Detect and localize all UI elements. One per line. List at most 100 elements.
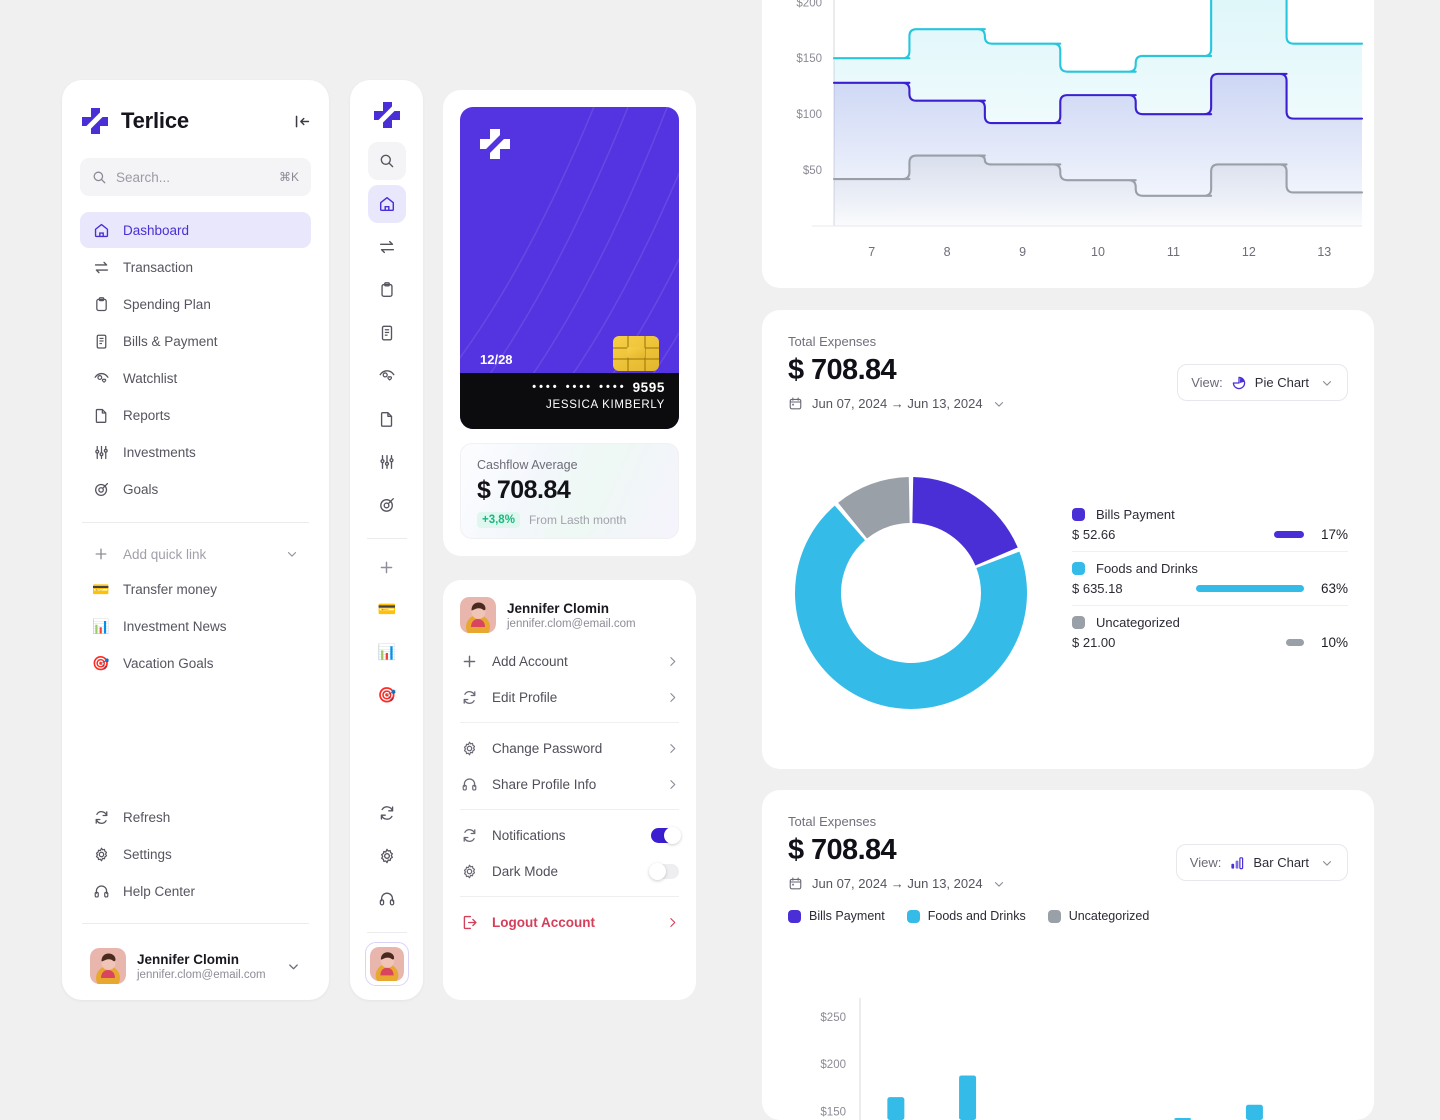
add-quick-link-button[interactable]: Add quick link bbox=[80, 537, 311, 571]
pie-view-label: View: bbox=[1191, 375, 1223, 390]
dark-mode-toggle[interactable] bbox=[649, 862, 679, 880]
rail-quick-link-investment-news[interactable]: 📊 bbox=[368, 634, 406, 672]
legend-swatch bbox=[1072, 508, 1085, 521]
dark-mode-row[interactable]: Dark Mode bbox=[460, 853, 679, 889]
brand-name: Terlice bbox=[121, 108, 189, 133]
rail-item-settings[interactable] bbox=[368, 837, 406, 875]
document-icon bbox=[380, 412, 392, 427]
sidebar-item-goals[interactable]: Goals bbox=[80, 471, 311, 507]
rail-item-investments[interactable] bbox=[368, 443, 406, 481]
notifications-row[interactable]: Notifications bbox=[460, 817, 681, 853]
sidebar-item-dashboard[interactable]: Dashboard bbox=[80, 212, 311, 248]
rail-item-reports[interactable] bbox=[368, 400, 406, 438]
legend-swatch bbox=[906, 909, 920, 923]
rail-item-dashboard[interactable] bbox=[367, 185, 406, 223]
legend-percent: 17% bbox=[1320, 527, 1348, 542]
sidebar-item-label: Settings bbox=[123, 846, 172, 862]
sidebar-item-label: Reports bbox=[123, 407, 171, 423]
quick-link-vacation-goals[interactable]: 🎯 Vacation Goals bbox=[80, 645, 311, 681]
sidebar-item-label: Investments bbox=[123, 444, 196, 460]
legend-bar bbox=[1196, 585, 1304, 592]
sidebar-item-spending-plan[interactable]: Spending Plan bbox=[80, 286, 311, 322]
clipboard-icon bbox=[92, 295, 110, 313]
rail-profile-button[interactable] bbox=[364, 942, 409, 986]
rail-item-goals[interactable] bbox=[368, 486, 406, 524]
share-profile-info-button[interactable]: Share Profile Info bbox=[460, 766, 679, 802]
rail-item-bills-payment[interactable] bbox=[368, 314, 406, 352]
legend-percent: 10% bbox=[1320, 635, 1348, 650]
card-masked-digits: •••• •••• •••• bbox=[532, 381, 627, 393]
account-divider bbox=[460, 722, 679, 723]
sidebar-item-transaction[interactable]: Transaction bbox=[80, 249, 311, 285]
cashflow-change-badge: +3,8% bbox=[477, 512, 520, 528]
clipboard-icon bbox=[380, 282, 393, 297]
dark-mode-label: Dark Mode bbox=[492, 863, 559, 879]
credit-card-emoji-icon: 💳 bbox=[377, 601, 397, 618]
edit-profile-button[interactable]: Edit Profile bbox=[460, 679, 679, 715]
quick-link-transfer-money[interactable]: 💳 Transfer money bbox=[80, 571, 311, 607]
rail-item-transaction[interactable] bbox=[368, 228, 406, 266]
rail-divider bbox=[366, 932, 407, 933]
svg-text:9: 9 bbox=[1019, 245, 1026, 259]
cashflow-title: Cashflow Average bbox=[477, 458, 578, 472]
rail-search-button[interactable] bbox=[367, 142, 406, 180]
legend-swatch bbox=[1047, 909, 1061, 923]
plus-icon bbox=[92, 546, 110, 562]
avatar bbox=[460, 597, 496, 633]
notifications-toggle[interactable] bbox=[651, 826, 681, 844]
legend-item[interactable]: Uncategorized $ 21.00 10% bbox=[1072, 606, 1348, 659]
brand-row: Terlice bbox=[80, 100, 311, 142]
legend-item[interactable]: Foods and Drinks $ 635.18 63% bbox=[1072, 552, 1348, 605]
credit-card[interactable]: 12/28 •••• •••• •••• 9595 JESSICA KIMBERL… bbox=[460, 107, 679, 429]
credit-card-emoji-icon: 💳 bbox=[92, 581, 110, 597]
legend-value: $ 635.18 bbox=[1072, 581, 1123, 596]
quick-link-investment-news[interactable]: 📊 Investment News bbox=[80, 608, 311, 644]
sidebar-profile[interactable]: Jennifer Clomin jennifer.clom@email.com bbox=[80, 938, 311, 986]
legend-item-foods-and-drinks[interactable]: Foods and Drinks bbox=[906, 909, 1026, 923]
sidebar-item-refresh[interactable]: Refresh bbox=[80, 799, 311, 835]
sidebar-item-settings[interactable]: Settings bbox=[80, 836, 311, 872]
sidebar-item-label: Bills & Payment bbox=[123, 333, 218, 349]
calendar-icon bbox=[789, 397, 802, 410]
sidebar-divider bbox=[82, 522, 309, 523]
sidebar-item-investments[interactable]: Investments bbox=[80, 434, 311, 470]
bar-view-selector[interactable]: View: Bar Chart bbox=[1175, 844, 1348, 881]
card-number: •••• •••• •••• 9595 bbox=[474, 380, 665, 395]
sidebar-item-help-center[interactable]: Help Center bbox=[80, 873, 311, 909]
svg-text:$150: $150 bbox=[796, 53, 822, 65]
account-divider bbox=[460, 896, 679, 897]
logout-account-button[interactable]: Logout Account bbox=[460, 904, 679, 940]
calendar-icon bbox=[789, 877, 802, 890]
sidebar-item-watchlist[interactable]: Watchlist bbox=[80, 360, 311, 396]
rail-quick-link-vacation-goals[interactable]: 🎯 bbox=[368, 677, 406, 715]
add-account-button[interactable]: Add Account bbox=[460, 643, 679, 679]
sidebar-item-reports[interactable]: Reports bbox=[80, 397, 311, 433]
search-icon bbox=[380, 154, 393, 168]
account-name: Jennifer Clomin bbox=[507, 600, 610, 616]
rail-add-quick-link-button[interactable] bbox=[368, 548, 406, 586]
pie-view-selector[interactable]: View: Pie Chart bbox=[1177, 364, 1348, 401]
card-number-strip: •••• •••• •••• 9595 JESSICA KIMBERLY bbox=[460, 373, 679, 429]
sliders-icon bbox=[379, 455, 394, 469]
account-divider bbox=[460, 809, 679, 810]
eye-heart-icon bbox=[379, 370, 394, 381]
collapse-sidebar-button[interactable] bbox=[294, 113, 311, 130]
legend-item-bills-payment[interactable]: Bills Payment bbox=[788, 909, 885, 923]
gear-icon bbox=[92, 845, 110, 863]
search-input[interactable]: Search... ⌘K bbox=[80, 158, 311, 196]
legend-bar bbox=[1273, 531, 1304, 538]
rail-item-help-center[interactable] bbox=[368, 880, 406, 918]
sidebar-item-label: Refresh bbox=[123, 809, 171, 825]
change-password-button[interactable]: Change Password bbox=[460, 730, 679, 766]
sidebar-item-label: Spending Plan bbox=[123, 296, 211, 312]
rail-item-refresh[interactable] bbox=[368, 794, 406, 832]
rail-quick-link-transfer-money[interactable]: 💳 bbox=[368, 591, 406, 629]
quick-link-label: Transfer money bbox=[123, 581, 218, 597]
rail-item-spending-plan[interactable] bbox=[368, 271, 406, 309]
sidebar-item-bills-payment[interactable]: Bills & Payment bbox=[80, 323, 311, 359]
legend-item-uncategorized[interactable]: Uncategorized bbox=[1047, 909, 1149, 923]
profile-name: Jennifer Clomin bbox=[137, 951, 240, 967]
legend-label: Foods and Drinks bbox=[1096, 561, 1198, 576]
legend-item[interactable]: Bills Payment $ 52.66 17% bbox=[1072, 498, 1348, 551]
rail-item-watchlist[interactable] bbox=[368, 357, 406, 395]
